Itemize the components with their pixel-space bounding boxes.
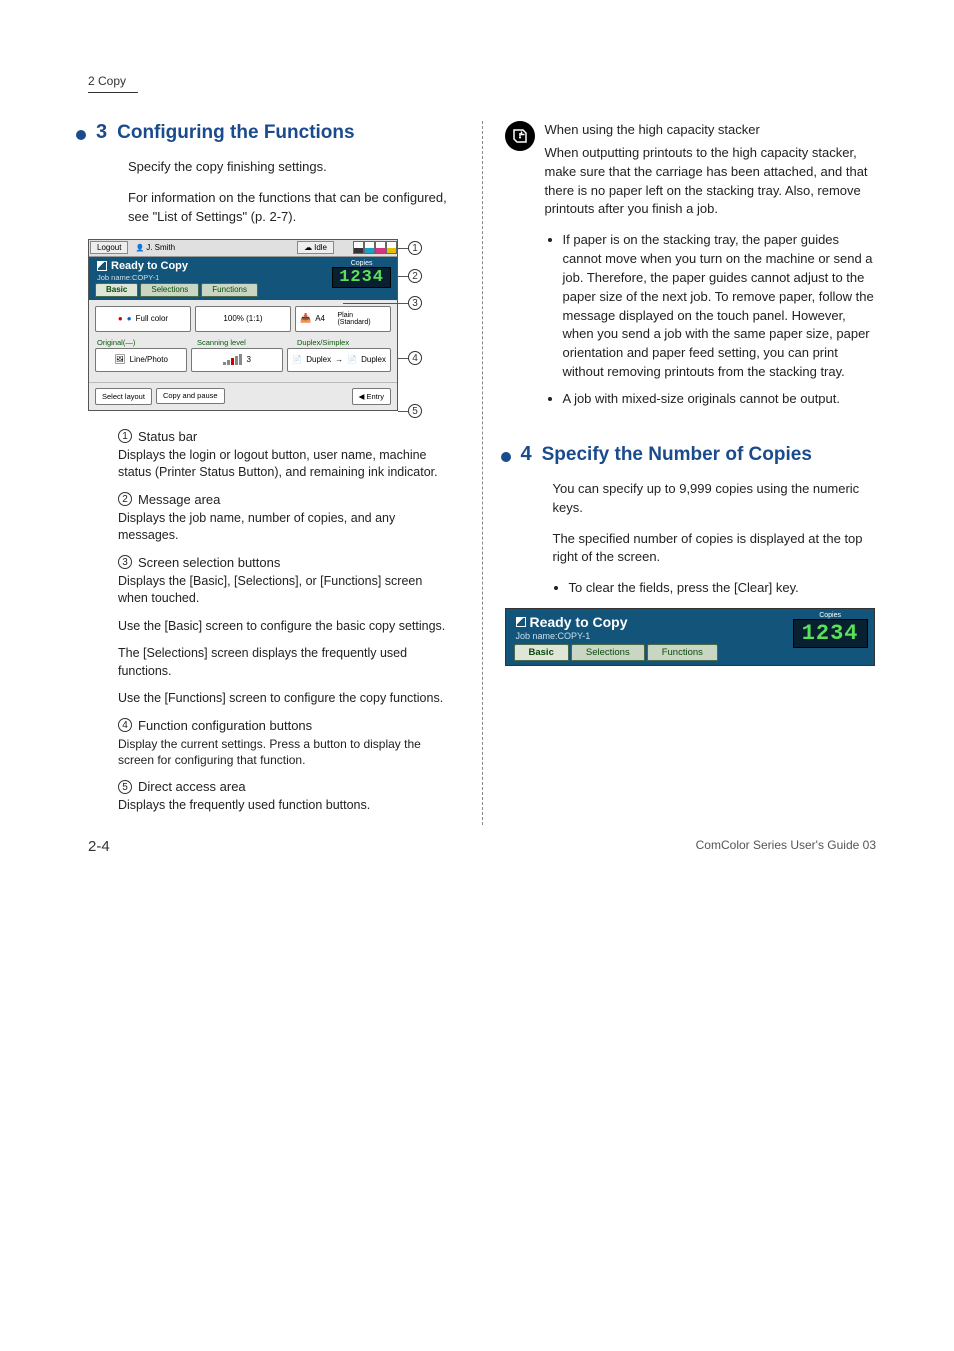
direct-access-area: Select layout Copy and pause ◀ Entry (89, 382, 397, 410)
copies-label: Copies (793, 612, 868, 619)
page-footer: 2-4 ComColor Series User's Guide 03 (88, 838, 876, 855)
message-area: Ready to Copy Job name:COPY-1 Copies 123… (89, 257, 397, 283)
label-scanlevel: Scanning level (195, 336, 291, 348)
note-bullets: If paper is on the stacking tray, the pa… (547, 231, 877, 409)
step4-bullets: To clear the fields, press the [Clear] k… (553, 579, 877, 598)
repro-button[interactable]: 100% (1:1) (195, 306, 291, 332)
desc-3c: The [Selections] screen displays the fre… (118, 645, 452, 680)
copies-panel-screenshot: Ready to Copy Job name:COPY-1 Copies 123… (505, 608, 875, 666)
ink-k-icon (353, 241, 364, 254)
tab-basic[interactable]: Basic (514, 644, 569, 661)
step-3-heading: 3 Configuring the Functions (76, 121, 452, 144)
tab-functions[interactable]: Functions (201, 283, 258, 297)
select-layout-button[interactable]: Select layout (95, 388, 152, 405)
idle-indicator: Idle (297, 241, 334, 254)
copies-number: 1234 (332, 267, 391, 288)
label-original: Original(—) (95, 336, 191, 348)
duplex-button[interactable]: Duplex → Duplex (287, 348, 391, 372)
paper-button[interactable]: A4 Plain (Standard) (295, 306, 391, 332)
callout-2: 2 (408, 269, 422, 283)
color-mode-button[interactable]: ●●Full color (95, 306, 191, 332)
callout-4: 4 (408, 351, 422, 365)
column-divider (482, 121, 483, 825)
step-number: 4 (521, 443, 532, 466)
step3-p1: Specify the copy finishing settings. (128, 158, 452, 177)
desc-3: 3Screen selection buttons Displays the [… (118, 555, 452, 608)
ready-text: Ready to Copy (530, 614, 628, 630)
step4-bullet: To clear the fields, press the [Clear] k… (569, 579, 877, 598)
feed-icon (300, 313, 311, 324)
note-bullet-1: If paper is on the stacking tray, the pa… (563, 231, 877, 382)
callout-1: 1 (408, 241, 422, 255)
duplex-icon-2 (347, 355, 357, 364)
page-number: 2-4 (88, 838, 110, 855)
right-column: When using the high capacity stacker Whe… (503, 121, 877, 825)
entry-button[interactable]: ◀ Entry (352, 388, 391, 405)
duplex-icon (292, 355, 302, 364)
ink-y-icon (386, 241, 397, 254)
callout-3: 3 (408, 296, 422, 310)
desc-4: 4Function configuration buttons Display … (118, 718, 452, 770)
label-duplex: Duplex/Simplex (295, 336, 391, 348)
original-button[interactable]: Line/Photo (95, 348, 187, 372)
copy-panel-screenshot: Logout J. Smith Idle Ready to Copy Job n… (88, 239, 452, 411)
copies-label: Copies (332, 260, 391, 267)
page-header: 2 Copy (88, 74, 138, 93)
callout-5: 5 (408, 404, 422, 418)
bullet-icon (501, 452, 511, 462)
step-title: Configuring the Functions (117, 122, 354, 144)
doc-icon (97, 261, 107, 271)
ink-c-icon (364, 241, 375, 254)
note-bullet-2: A job with mixed-size originals cannot b… (563, 390, 877, 409)
logout-button[interactable]: Logout (90, 241, 128, 254)
step4-p1: You can specify up to 9,999 copies using… (553, 480, 877, 518)
user-name: J. Smith (129, 243, 181, 252)
ready-text: Ready to Copy (111, 260, 188, 272)
scan-level-button[interactable]: 3 (191, 348, 283, 372)
ink-indicators (353, 241, 397, 254)
tab-basic[interactable]: Basic (95, 283, 138, 297)
ink-m-icon (375, 241, 386, 254)
step-4-heading: 4 Specify the Number of Copies (501, 443, 877, 466)
step3-p2: For information on the functions that ca… (128, 189, 452, 227)
step-number: 3 (96, 121, 107, 144)
left-column: 3 Configuring the Functions Specify the … (88, 121, 462, 825)
guide-name: ComColor Series User's Guide 03 (696, 838, 876, 855)
note-line2: When outputting printouts to the high ca… (545, 144, 877, 219)
desc-3d: Use the [Functions] screen to configure … (118, 690, 452, 708)
desc-3b: Use the [Basic] screen to configure the … (118, 618, 452, 636)
note-line1: When using the high capacity stacker (545, 121, 877, 140)
doc-icon (516, 617, 526, 627)
important-icon (505, 121, 535, 151)
status-bar: Logout J. Smith Idle (89, 240, 397, 257)
original-icon (114, 354, 125, 365)
desc-5: 5Direct access area Displays the frequen… (118, 779, 452, 815)
tab-functions[interactable]: Functions (647, 644, 718, 661)
desc-2: 2Message area Displays the job name, num… (118, 492, 452, 545)
copy-pause-button[interactable]: Copy and pause (156, 388, 225, 404)
step-title: Specify the Number of Copies (542, 444, 812, 466)
bullet-icon (76, 130, 86, 140)
copies-number: 1234 (793, 619, 868, 648)
tab-selections[interactable]: Selections (140, 283, 199, 297)
important-note: When using the high capacity stacker Whe… (505, 121, 877, 219)
step4-p2: The specified number of copies is displa… (553, 530, 877, 568)
tab-selections[interactable]: Selections (571, 644, 645, 661)
desc-1: 1Status bar Displays the login or logout… (118, 429, 452, 482)
scan-bars-icon (223, 354, 242, 365)
